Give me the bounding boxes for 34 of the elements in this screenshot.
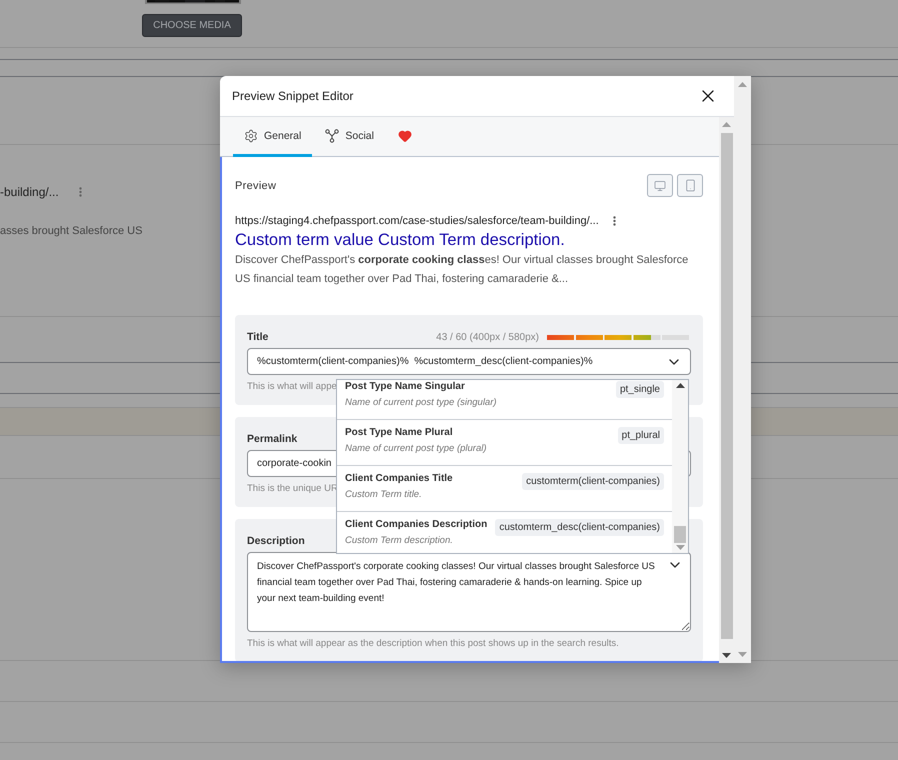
result-url: https://staging4.chefpassport.com/case-studies/salesforce/team-building/... (235, 215, 599, 227)
network-icon (325, 128, 340, 142)
scrollbar-thumb[interactable] (720, 133, 732, 639)
field-label: Description (247, 535, 305, 547)
desktop-icon (654, 180, 666, 192)
result-title[interactable]: Custom term value Custom Term description. (235, 231, 703, 250)
scrollbar-thumb[interactable] (674, 526, 686, 543)
desktop-button[interactable] (647, 174, 673, 197)
mobile-button[interactable] (677, 174, 703, 197)
variable-option[interactable]: Post Type Name Plural Name of current post type (plural) pt_plural (337, 420, 672, 466)
variable-option[interactable]: Client Companies Description Custom Term description. customterm_desc(client-companies) (337, 512, 672, 553)
mobile-icon (684, 179, 696, 192)
result-snippet: Discover ChefPassport's corporate cooking classes! Our virtual classes brought Salesforce US financial team together over Pad Thai, fostering camaraderie &... (235, 253, 690, 287)
field-hint: This is what will appear as the description when this post shows up in the search results. (247, 638, 619, 649)
snippet-text: asses brought Salesforce US (0, 225, 144, 237)
more-icon[interactable] (612, 216, 616, 226)
settings-icon (244, 128, 258, 142)
variable-option[interactable]: Client Companies Title Custom Term title. customterm(client-companies) (337, 466, 672, 512)
field-label: Permalink (247, 433, 298, 445)
description-field[interactable]: Discover ChefPassport's corporate cooking classes! Our virtual classes brought Salesforce US financial team together over Pad Thai, fostering camaraderie & hands-on learning. Spice up your next team-building event! (247, 552, 691, 632)
field-label: Title (247, 331, 268, 343)
tab[interactable]: Social (314, 117, 385, 157)
length-counter: 43 / 60 (400px / 580px) (436, 332, 539, 342)
variable-option[interactable]: Post Type Name Singular Name of current post type (singular) pt_single (337, 380, 672, 420)
url-text: -building/... (0, 185, 59, 199)
field-hint: This is what will appe (247, 381, 337, 392)
more-icon[interactable] (78, 187, 82, 197)
dialog-title: Preview Snippet Editor (232, 89, 354, 103)
tab[interactable]: General (233, 117, 312, 157)
section-heading: Preview (235, 180, 276, 192)
heart-icon (398, 128, 412, 142)
title-field[interactable]: %customterm(client-companies)% %customterm_desc(client-companies)% (247, 348, 691, 375)
scroll-up-icon[interactable] (676, 383, 684, 388)
choose-media-button[interactable]: CHOOSE MEDIA (142, 14, 242, 37)
